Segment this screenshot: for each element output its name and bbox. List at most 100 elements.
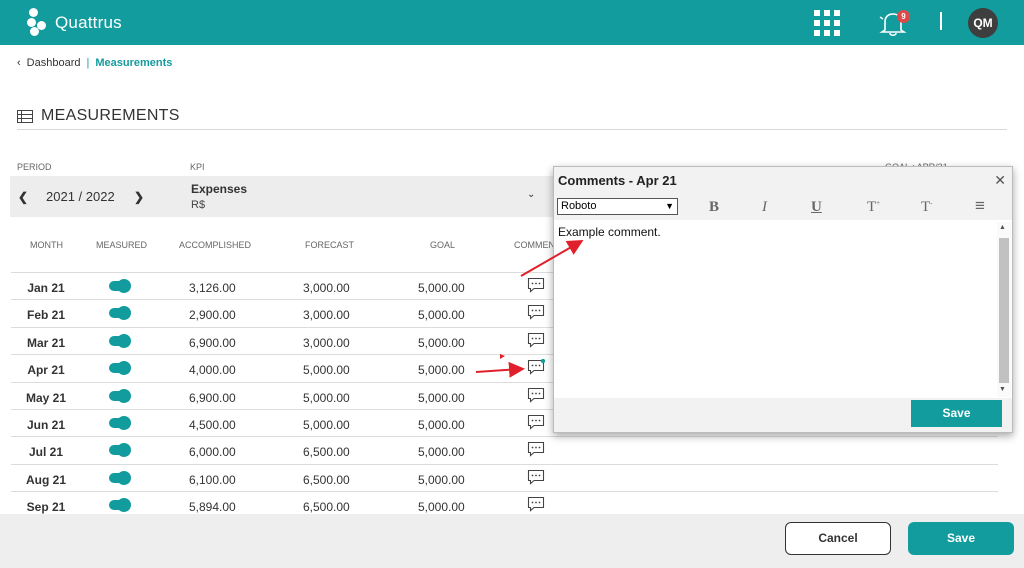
forecast-cell: 3,000.00 — [303, 281, 350, 295]
goal-cell: 5,000.00 — [418, 281, 465, 295]
measured-toggle[interactable] — [109, 279, 131, 293]
comments-dialog: Comments - Apr 21 ✕ Roboto ▼ B I U T+ T-… — [553, 166, 1013, 433]
forecast-cell: 3,000.00 — [303, 335, 350, 350]
col-header-goal: GOAL — [430, 240, 456, 250]
italic-button[interactable]: I — [762, 199, 767, 216]
comment-icon[interactable] — [527, 469, 545, 485]
col-header-accomplished: ACCOMPLISHED — [179, 240, 252, 250]
accomplished-cell: 6,000.00 — [189, 445, 236, 460]
comment-icon[interactable] — [527, 496, 545, 512]
editor-toolbar: Roboto ▼ B I U T+ T- ≡ — [554, 195, 1012, 220]
brand-name[interactable]: Quattrus — [55, 13, 122, 33]
table-list-icon — [17, 109, 33, 123]
goal-cell: 5,000.00 — [418, 390, 465, 405]
close-icon[interactable]: ✕ — [994, 172, 1006, 189]
subscript-label: T — [921, 199, 931, 215]
comment-icon[interactable] — [527, 332, 545, 348]
measured-toggle[interactable] — [109, 306, 131, 321]
breadcrumb-current: Measurements — [95, 57, 173, 69]
measured-toggle[interactable] — [109, 443, 131, 458]
dialog-save-button[interactable]: Save — [911, 400, 1002, 427]
kpi-select-name[interactable]: Expenses — [191, 182, 247, 196]
forecast-cell: 5,000.00 — [303, 363, 350, 378]
accomplished-cell: 6,100.00 — [189, 472, 236, 487]
topbar-divider — [940, 12, 942, 30]
comment-icon[interactable] — [527, 359, 545, 375]
editor-scrollbar-thumb[interactable] — [999, 238, 1009, 383]
kpi-dropdown-chevron-icon[interactable]: ⌄ — [527, 189, 535, 200]
forecast-cell: 6,500.00 — [303, 500, 350, 515]
comment-icon[interactable] — [527, 277, 545, 293]
comment-icon[interactable] — [527, 441, 545, 458]
font-family-value: Roboto — [561, 200, 597, 212]
accomplished-cell: 6,900.00 — [189, 390, 236, 405]
kpi-select-unit: R$ — [191, 199, 206, 211]
comment-text[interactable]: Example comment. — [558, 225, 661, 239]
forecast-cell: 6,500.00 — [303, 472, 350, 487]
superscript-button[interactable]: T+ — [867, 199, 880, 216]
notification-badge: 9 — [897, 10, 910, 23]
measured-toggle[interactable] — [109, 416, 131, 430]
col-header-measured: MEASURED — [96, 240, 148, 250]
goal-cell: 5,000.00 — [418, 445, 465, 460]
accomplished-cell: 6,900.00 — [189, 335, 236, 350]
breadcrumb-separator: | — [86, 57, 90, 69]
align-menu-button[interactable]: ≡ — [975, 196, 985, 216]
comment-icon[interactable] — [527, 387, 545, 403]
goal-cell: 5,000.00 — [418, 308, 465, 323]
table-row: Aug 21 6,100.00 6,500.00 5,000.00 — [11, 463, 998, 491]
chevron-down-icon: ▼ — [665, 201, 674, 211]
accomplished-cell: 4,000.00 — [189, 363, 236, 378]
accomplished-cell: 4,500.00 — [189, 418, 236, 432]
underline-button[interactable]: U — [811, 199, 822, 216]
month-cell: May 21 — [25, 390, 67, 405]
goal-cell: 5,000.00 — [418, 500, 465, 515]
measured-toggle[interactable] — [109, 498, 131, 513]
apps-grid-icon[interactable] — [814, 10, 840, 36]
comment-icon[interactable] — [527, 414, 545, 430]
accomplished-cell: 5,894.00 — [189, 500, 236, 515]
accomplished-cell: 3,126.00 — [189, 281, 236, 295]
cancel-button[interactable]: Cancel — [785, 522, 891, 555]
kpi-label: KPI — [190, 162, 205, 172]
dialog-title: Comments - Apr 21 — [558, 173, 677, 188]
table-row: Jul 21 6,000.00 6,500.00 5,000.00 — [11, 436, 998, 463]
subscript-button[interactable]: T- — [921, 199, 933, 216]
save-button[interactable]: Save — [908, 522, 1014, 555]
month-cell: Mar 21 — [26, 335, 66, 350]
measured-toggle[interactable] — [109, 333, 131, 348]
user-avatar[interactable]: QM — [968, 8, 998, 38]
col-header-month: MONTH — [30, 240, 63, 250]
goal-cell: 5,000.00 — [418, 418, 465, 432]
accomplished-cell: 2,900.00 — [189, 308, 236, 323]
back-chevron-icon[interactable]: ‹ — [17, 57, 21, 69]
breadcrumb-dashboard-link[interactable]: Dashboard — [27, 57, 81, 69]
page-title: MEASUREMENTS — [17, 107, 180, 125]
comment-editor[interactable]: Example comment. — [554, 220, 1012, 398]
breadcrumb: ‹ Dashboard | Measurements — [17, 57, 172, 69]
quattrus-logo-icon[interactable] — [27, 8, 49, 36]
period-value: 2021 / 2022 — [46, 189, 115, 204]
measured-toggle[interactable] — [109, 361, 131, 376]
measured-toggle[interactable] — [109, 388, 131, 403]
period-next-chevron-icon[interactable]: ❯ — [134, 190, 144, 204]
bold-button[interactable]: B — [709, 199, 719, 216]
goal-cell: 5,000.00 — [418, 335, 465, 350]
superscript-label: T — [867, 199, 877, 215]
forecast-cell: 3,000.00 — [303, 308, 350, 323]
font-family-select[interactable]: Roboto ▼ — [557, 198, 678, 215]
scroll-down-icon[interactable]: ▼ — [999, 386, 1006, 393]
period-prev-chevron-icon[interactable]: ❮ — [18, 190, 28, 204]
scroll-up-icon[interactable]: ▲ — [999, 224, 1006, 231]
forecast-cell: 6,500.00 — [303, 445, 350, 460]
month-cell: Jul 21 — [28, 445, 64, 460]
measured-toggle[interactable] — [109, 470, 131, 485]
month-cell: Apr 21 — [27, 363, 65, 378]
comment-icon[interactable] — [527, 304, 545, 321]
title-divider — [17, 129, 1007, 130]
month-cell: Feb 21 — [26, 308, 65, 323]
dialog-header: Comments - Apr 21 ✕ — [554, 167, 1012, 195]
top-bar: Quattrus 9 QM — [0, 0, 1024, 45]
month-cell: Sep 21 — [26, 500, 66, 515]
goal-cell: 5,000.00 — [418, 472, 465, 487]
